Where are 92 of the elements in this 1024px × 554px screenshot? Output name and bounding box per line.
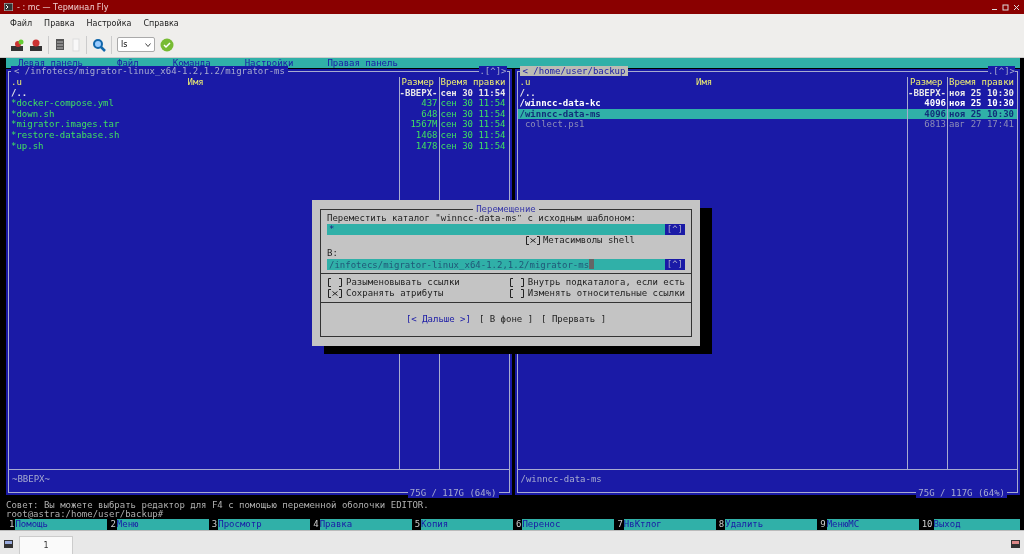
function-key[interactable]: Меню xyxy=(116,518,209,530)
disk-usage: 75G / 117G (64%) xyxy=(916,488,1007,498)
file-row[interactable]: /winncc-data-ms 4096 ноя 25 10:30 xyxy=(517,108,1017,120)
checkbox-label[interactable]: Разыменовывать ссылки xyxy=(346,277,460,288)
column-header[interactable]: Время правки xyxy=(947,77,1017,88)
field-label: Переместить каталог "winncc-data-ms" с исходным шаблоном: xyxy=(327,213,637,224)
menu-item[interactable]: Справка xyxy=(137,18,185,28)
panel-path[interactable]: < /home/user/backup xyxy=(519,66,629,76)
file-row[interactable]: *down.sh 648 сен 30 11:54 xyxy=(9,108,509,120)
menu-item[interactable]: Правая панель xyxy=(327,58,398,68)
menu-item[interactable]: Левая панель xyxy=(18,58,84,68)
function-key[interactable]: Удалить xyxy=(725,518,818,530)
add-user-icon[interactable] xyxy=(10,37,24,52)
text-cursor xyxy=(589,259,595,269)
file-row[interactable]: *docker-compose.yml 437 сен 30 11:54 xyxy=(9,98,509,109)
maximize-icon[interactable] xyxy=(1002,3,1009,11)
terminal-tab[interactable]: 1 xyxy=(19,536,73,554)
checkbox[interactable] xyxy=(508,289,525,298)
input-field[interactable]: /infotecs/migrator-linux_x64-1.2,1.2/migrator-ms [^] xyxy=(327,259,685,270)
document-icon[interactable] xyxy=(54,37,66,52)
dialog-title: Перемещение xyxy=(473,204,539,215)
search-icon[interactable] xyxy=(92,37,106,52)
key-number: 10 xyxy=(920,519,934,529)
function-key[interactable]: Копия xyxy=(421,518,514,530)
file-row[interactable]: /.. -ВВЕРХ- сен 30 11:54 xyxy=(9,87,509,99)
key-number: 1 xyxy=(8,519,16,529)
checkbox[interactable] xyxy=(327,289,343,298)
disk-usage: 75G / 117G (64%) xyxy=(407,488,499,498)
key-number: 3 xyxy=(210,519,219,529)
checkbox-label[interactable]: Внутрь подкаталога, если есть xyxy=(527,277,685,288)
menu-item[interactable]: Настройка xyxy=(80,18,138,28)
input-field[interactable]: * [^] xyxy=(327,224,685,235)
dialog-button[interactable]: [ В фоне ] xyxy=(478,314,534,325)
field-label: В: xyxy=(327,248,339,259)
caret-icon xyxy=(145,42,151,47)
dialog-button[interactable]: [ Прервать ] xyxy=(541,314,607,325)
function-key[interactable]: НвКтлог xyxy=(623,518,716,530)
panel-controls[interactable]: .[^]> xyxy=(987,66,1015,76)
file-row[interactable]: /.. -ВВЕРХ- ноя 25 10:30 xyxy=(517,87,1017,99)
history-button[interactable]: [^] xyxy=(664,259,685,270)
history-button[interactable]: [^] xyxy=(664,224,685,235)
selected-file-info: /winncc-data-ms xyxy=(519,473,603,485)
key-number: 4 xyxy=(312,519,320,529)
menu-item[interactable]: Файл xyxy=(117,58,139,68)
function-key[interactable]: Помощь xyxy=(15,518,108,530)
function-key[interactable]: МенюMC xyxy=(826,518,919,530)
close-icon[interactable] xyxy=(1013,3,1020,11)
file-row[interactable]: *restore-database.sh 1468 сен 30 11:54 xyxy=(9,129,509,141)
window-title: - : mc — Терминал Fly xyxy=(17,2,110,12)
file-row[interactable]: *migrator.images.tar 1567M сен 30 11:54 xyxy=(9,119,509,130)
menu-item[interactable]: Команда xyxy=(172,58,211,68)
function-key[interactable]: Просмотр xyxy=(218,518,311,530)
key-number: 5 xyxy=(413,519,421,529)
file-row[interactable]: /winncc-data-kc 4096 ноя 25 10:30 xyxy=(517,98,1017,109)
shell-prompt[interactable]: root@astra:/home/user/backup# xyxy=(6,509,1020,518)
terminal-icon xyxy=(4,3,13,11)
panel-path[interactable]: < /infotecs/migrator-linux_x64-1.2,1.2/migrator-ms xyxy=(11,66,288,76)
hint-text: Совет: Вы можете выбрать редактор для F4 с помощью переменной оболочки EDITOR. xyxy=(6,500,430,509)
checkbox[interactable] xyxy=(524,236,541,245)
checkbox[interactable] xyxy=(508,278,525,287)
column-header[interactable]: Имя xyxy=(696,77,713,88)
checkbox-label[interactable]: Изменять относительные ссылки xyxy=(527,288,685,299)
column-header[interactable]: Время правки xyxy=(438,77,509,88)
terminal-icon[interactable] xyxy=(1011,540,1020,548)
function-key[interactable]: Правка xyxy=(319,518,412,530)
panel-controls[interactable]: .[^]> xyxy=(479,66,507,76)
file-row[interactable]: *up.sh 1478 сен 30 11:54 xyxy=(9,140,509,152)
sort-column-header[interactable]: .u xyxy=(519,77,531,88)
column-header[interactable]: Размер xyxy=(907,77,947,88)
menu-item[interactable]: Правка xyxy=(38,18,81,28)
selected-file-info: ~ВВЕРХ~ xyxy=(11,473,51,485)
column-header[interactable]: Размер xyxy=(398,77,439,88)
checkbox-label[interactable]: Сохранять атрибуты xyxy=(346,288,444,299)
sort-column-header[interactable]: .u xyxy=(11,77,22,88)
function-key[interactable]: Выход xyxy=(933,518,1021,530)
key-number: 2 xyxy=(109,519,117,529)
file-row[interactable]: collect.ps1 6813 авг 27 17:41 xyxy=(517,119,1017,130)
key-number: 7 xyxy=(616,519,624,529)
checkbox[interactable] xyxy=(327,278,343,287)
column-header[interactable]: Имя xyxy=(187,77,204,88)
remove-user-icon[interactable] xyxy=(29,37,43,52)
menu-item[interactable]: Файл xyxy=(4,18,39,28)
key-number: 9 xyxy=(819,519,827,529)
key-number: 6 xyxy=(515,519,523,529)
menu-item[interactable]: Настройки xyxy=(244,58,294,68)
terminal-icon[interactable] xyxy=(4,540,13,548)
checkbox-label[interactable]: Метасимволы shell xyxy=(542,235,635,246)
function-key[interactable]: Перенос xyxy=(522,518,615,530)
command-dropdown[interactable]: ls xyxy=(117,37,155,52)
checkmark-icon[interactable] xyxy=(160,37,174,52)
key-number: 8 xyxy=(717,519,726,529)
dialog-button[interactable]: [< Дальше >] xyxy=(405,314,471,325)
